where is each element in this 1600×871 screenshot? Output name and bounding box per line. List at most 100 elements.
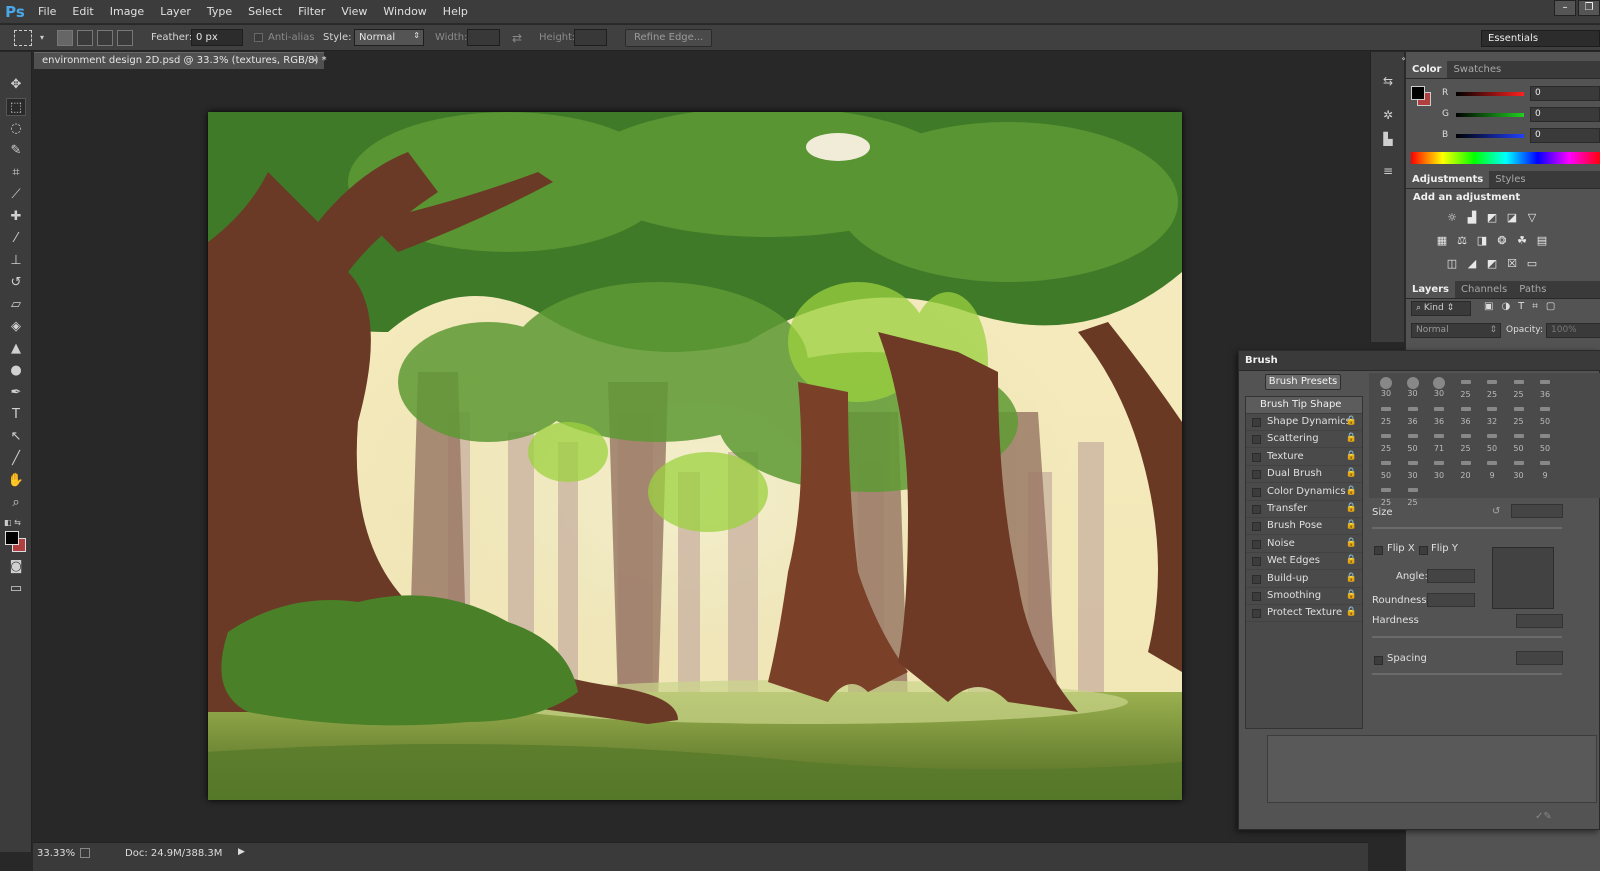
intersect-selection-icon[interactable]: [117, 30, 133, 46]
minimize-button[interactable]: –: [1554, 0, 1576, 16]
hand-tool-icon[interactable]: ✋: [6, 472, 26, 490]
selective-color-adjust-icon[interactable]: ☒: [1504, 257, 1520, 271]
marquee-tool-icon[interactable]: ⬚: [6, 98, 26, 116]
spacing-input[interactable]: [1516, 651, 1563, 665]
spacing-checkbox[interactable]: [1374, 656, 1383, 665]
flip-y-checkbox[interactable]: [1419, 546, 1428, 555]
spacing-slider[interactable]: [1372, 673, 1562, 675]
tab-channels[interactable]: Channels: [1455, 281, 1513, 298]
width-input[interactable]: [467, 29, 500, 46]
lock-icon[interactable]: 🔒: [1346, 555, 1357, 565]
lock-icon[interactable]: 🔒: [1346, 416, 1357, 426]
swap-dimensions-icon[interactable]: ⇄: [512, 31, 522, 45]
type-tool-icon[interactable]: T: [6, 406, 26, 424]
tab-adjustments[interactable]: Adjustments: [1406, 171, 1490, 188]
crop-tool-icon[interactable]: ⌗: [6, 164, 26, 182]
hue-saturation-adjust-icon[interactable]: ▦: [1434, 234, 1450, 248]
brush-tip-preset[interactable]: 9: [1532, 456, 1558, 482]
tab-styles[interactable]: Styles: [1489, 171, 1531, 188]
lock-icon[interactable]: 🔒: [1346, 468, 1357, 478]
brush-option-wet-edges[interactable]: Wet Edges 🔒: [1246, 553, 1362, 571]
pen-tool-icon[interactable]: ✒: [6, 384, 26, 402]
lock-icon[interactable]: 🔒: [1346, 520, 1357, 530]
brush-option-protect-texture[interactable]: Protect Texture 🔒: [1246, 605, 1362, 623]
height-input[interactable]: [574, 29, 607, 46]
healing-brush-tool-icon[interactable]: ✚: [6, 208, 26, 226]
brush-new-preset-icon[interactable]: ✓✎: [1535, 811, 1552, 822]
brush-tip-preset[interactable]: 25: [1453, 429, 1479, 455]
brush-tip-preset[interactable]: 25: [1506, 375, 1532, 401]
brush-tip-preset[interactable]: 50: [1373, 456, 1399, 482]
eraser-tool-icon[interactable]: ▱: [6, 296, 26, 314]
color-lookup-adjust-icon[interactable]: ▤: [1534, 234, 1550, 248]
green-value[interactable]: 0: [1530, 107, 1600, 122]
brush-option-color-dynamics[interactable]: Color Dynamics 🔒: [1246, 484, 1362, 501]
brush-tip-preset[interactable]: 30: [1506, 456, 1532, 482]
wet-edges-checkbox[interactable]: [1252, 557, 1261, 567]
roundness-input[interactable]: [1427, 593, 1475, 607]
screen-mode-icon[interactable]: ▭: [6, 580, 26, 598]
menu-edit[interactable]: Edit: [64, 0, 101, 24]
vibrance-adjust-icon[interactable]: ▽: [1524, 211, 1540, 225]
noise-checkbox[interactable]: [1252, 539, 1261, 549]
restore-button[interactable]: ❐: [1578, 0, 1600, 16]
adjust-panel-icon[interactable]: ✲: [1379, 108, 1397, 124]
green-track[interactable]: [1456, 113, 1524, 117]
layer-kind-filter[interactable]: ⌕ Kind ⇕: [1411, 301, 1471, 316]
preset-dropdown-icon[interactable]: ▾: [40, 33, 44, 42]
lock-icon[interactable]: 🔒: [1346, 590, 1357, 600]
document-canvas[interactable]: [208, 112, 1182, 800]
menu-filter[interactable]: Filter: [290, 0, 333, 24]
brush-tip-preset[interactable]: 30: [1373, 375, 1399, 401]
brush-option-shape-dynamics[interactable]: Shape Dynamics 🔒: [1246, 414, 1362, 431]
subtract-selection-icon[interactable]: [97, 30, 113, 46]
menu-type[interactable]: Type: [199, 0, 240, 24]
exposure-adjust-icon[interactable]: ◪: [1504, 211, 1520, 225]
levels-adjust-icon[interactable]: ▟: [1464, 211, 1480, 225]
brush-tip-preset[interactable]: 36: [1532, 375, 1558, 401]
status-export-icon[interactable]: [80, 848, 90, 858]
brush-tip-preset[interactable]: 32: [1479, 402, 1505, 428]
path-select-tool-icon[interactable]: ↖: [6, 428, 26, 446]
brush-option-build-up[interactable]: Build-up 🔒: [1246, 571, 1362, 588]
brush-tip-preset[interactable]: 30: [1400, 456, 1426, 482]
brush-option-scattering[interactable]: Scattering 🔒: [1246, 431, 1362, 449]
scattering-checkbox[interactable]: [1252, 435, 1261, 445]
reset-size-icon[interactable]: ↺: [1492, 506, 1500, 517]
size-slider[interactable]: [1372, 527, 1562, 529]
status-menu-arrow-icon[interactable]: ▶: [238, 847, 245, 857]
lock-icon[interactable]: 🔒: [1346, 538, 1357, 548]
brush-tip-preset[interactable]: 50: [1532, 402, 1558, 428]
brush-angle-preview[interactable]: [1492, 547, 1554, 609]
brush-tip-preset[interactable]: 50: [1532, 429, 1558, 455]
brush-option-dual-brush[interactable]: Dual Brush 🔒: [1246, 466, 1362, 484]
brush-tip-preset[interactable]: 50: [1400, 429, 1426, 455]
brush-tip-preset[interactable]: 25: [1453, 375, 1479, 401]
flip-x-checkbox[interactable]: [1374, 546, 1383, 555]
brush-option-brush-pose[interactable]: Brush Pose 🔒: [1246, 518, 1362, 536]
refine-edge-button[interactable]: Refine Edge...: [625, 29, 713, 47]
brightness-adjust-icon[interactable]: ☼: [1444, 211, 1460, 225]
red-track[interactable]: [1456, 92, 1524, 96]
blue-track[interactable]: [1456, 134, 1524, 138]
threshold-adjust-icon[interactable]: ◩: [1484, 257, 1500, 271]
hardness-slider[interactable]: [1372, 636, 1562, 638]
anti-alias-checkbox[interactable]: [254, 33, 263, 42]
default-colors-icon[interactable]: ◧ ⇆: [4, 518, 21, 527]
style-select[interactable]: Normal ⇕: [354, 29, 424, 46]
quick-mask-icon[interactable]: ◙: [6, 558, 26, 576]
brush-tip-preset[interactable]: 30: [1426, 456, 1452, 482]
paint-bucket-tool-icon[interactable]: ◈: [6, 318, 26, 336]
tab-layers[interactable]: Layers: [1406, 281, 1455, 298]
brush-option-smoothing[interactable]: Smoothing 🔒: [1246, 588, 1362, 605]
opacity-input[interactable]: 100%: [1546, 323, 1600, 338]
protect-texture-checkbox[interactable]: [1252, 609, 1261, 619]
clone-stamp-tool-icon[interactable]: ⊥: [6, 252, 26, 270]
brush-tip-preset[interactable]: 20: [1453, 456, 1479, 482]
lock-icon[interactable]: 🔒: [1346, 607, 1357, 617]
brush-tool-icon[interactable]: ⁄: [6, 230, 26, 248]
menu-window[interactable]: Window: [375, 0, 434, 24]
marquee-tool-preset-icon[interactable]: [14, 30, 32, 46]
menu-file[interactable]: File: [30, 0, 64, 24]
brush-tip-preset[interactable]: 9: [1479, 456, 1505, 482]
